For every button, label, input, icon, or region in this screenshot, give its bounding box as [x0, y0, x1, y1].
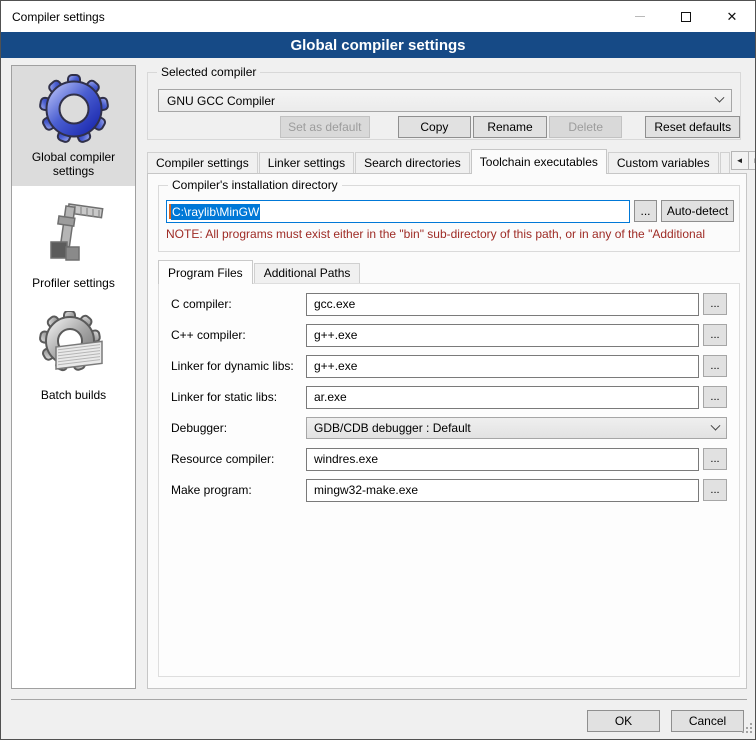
sidebar-item-global-compiler-settings[interactable]: Global compiler settings	[12, 66, 135, 186]
caliper-icon	[37, 198, 111, 272]
browse-make-program-button[interactable]: ...	[703, 479, 727, 501]
field-label: Debugger:	[171, 421, 306, 435]
delete-button: Delete	[549, 116, 623, 138]
installation-directory-value: C:\raylib\MinGW	[171, 204, 260, 220]
selected-compiler-group: Selected compiler GNU GCC Compiler Set a…	[147, 72, 741, 140]
rename-button[interactable]: Rename	[473, 116, 547, 138]
titlebar: Compiler settings ✕	[1, 1, 755, 32]
installation-directory-input[interactable]: C:\raylib\MinGW	[166, 200, 630, 223]
field-value: mingw32-make.exe	[314, 483, 418, 497]
chevron-down-icon	[711, 420, 721, 430]
settings-category-list: Global compiler settings Profiler settin…	[11, 65, 136, 689]
gray-gear-stack-icon	[37, 310, 111, 384]
group-label: Selected compiler	[157, 65, 260, 79]
window-controls: ✕	[617, 1, 755, 32]
tab-toolchain-executables[interactable]: Toolchain executables	[471, 149, 607, 174]
maximize-icon	[681, 12, 691, 22]
field-value: g++.exe	[314, 359, 357, 373]
tab-compiler-settings[interactable]: Compiler settings	[147, 152, 258, 173]
minimize-button	[617, 1, 663, 32]
dynamic-linker-input[interactable]: g++.exe	[306, 355, 699, 378]
window-title: Compiler settings	[1, 10, 105, 24]
cpp-compiler-input[interactable]: g++.exe	[306, 324, 699, 347]
close-button[interactable]: ✕	[709, 1, 755, 32]
tab-additional-paths[interactable]: Additional Paths	[254, 263, 361, 283]
field-label: Linker for dynamic libs:	[171, 359, 306, 373]
group-label: Compiler's installation directory	[168, 178, 342, 192]
blue-gear-icon	[37, 72, 111, 146]
set-as-default-button: Set as default	[280, 116, 370, 138]
tab-linker-settings[interactable]: Linker settings	[259, 152, 354, 173]
tab-build-options[interactable]: Build	[720, 152, 730, 173]
installation-directory-row: C:\raylib\MinGW ... Auto-detect	[166, 200, 734, 223]
main-tabstrip: Compiler settings Linker settings Search…	[147, 148, 747, 173]
browse-static-linker-button[interactable]: ...	[703, 386, 727, 408]
field-row-static-linker: Linker for static libs: ar.exe ...	[171, 386, 727, 408]
installation-note: NOTE: All programs must exist either in …	[166, 227, 736, 241]
field-row-debugger: Debugger: GDB/CDB debugger : Default	[171, 417, 727, 439]
tab-scroll-left-icon[interactable]: ◄	[731, 151, 749, 170]
banner: Global compiler settings	[1, 32, 755, 58]
close-icon: ✕	[727, 10, 738, 23]
toolchain-subtabstrip: Program Files Additional Paths	[158, 259, 740, 283]
chevron-down-icon	[715, 93, 725, 103]
field-label: Linker for static libs:	[171, 390, 306, 404]
compiler-select-value: GNU GCC Compiler	[167, 94, 275, 108]
static-linker-input[interactable]: ar.exe	[306, 386, 699, 409]
sidebar-item-batch-builds[interactable]: Batch builds	[12, 304, 135, 410]
debugger-select-value: GDB/CDB debugger : Default	[314, 421, 471, 435]
field-label: Make program:	[171, 483, 306, 497]
c-compiler-input[interactable]: gcc.exe	[306, 293, 699, 316]
tab-search-directories[interactable]: Search directories	[355, 152, 470, 173]
field-value: g++.exe	[314, 328, 357, 342]
field-value: windres.exe	[314, 452, 378, 466]
browse-resource-compiler-button[interactable]: ...	[703, 448, 727, 470]
cancel-button[interactable]: Cancel	[671, 710, 744, 732]
minimize-icon	[635, 16, 645, 17]
field-label: C++ compiler:	[171, 328, 306, 342]
sidebar-item-label: Batch builds	[41, 388, 106, 402]
tab-custom-variables[interactable]: Custom variables	[608, 152, 719, 173]
tab-scroll-right-icon[interactable]: ►	[749, 151, 756, 170]
tab-program-files[interactable]: Program Files	[158, 260, 253, 284]
program-files-panel: C compiler: gcc.exe ... C++ compiler: g+…	[158, 283, 740, 677]
field-row-cpp-compiler: C++ compiler: g++.exe ...	[171, 324, 727, 346]
footer-divider	[11, 699, 747, 700]
compiler-buttons-row: Set as default Copy Rename Delete Reset …	[148, 116, 740, 138]
browse-directory-button[interactable]: ...	[634, 200, 657, 222]
maximize-button[interactable]	[663, 1, 709, 32]
ok-button[interactable]: OK	[587, 710, 660, 732]
sidebar-item-label: Profiler settings	[32, 276, 115, 290]
browse-c-compiler-button[interactable]: ...	[703, 293, 727, 315]
resource-compiler-input[interactable]: windres.exe	[306, 448, 699, 471]
field-label: C compiler:	[171, 297, 306, 311]
field-row-dynamic-linker: Linker for dynamic libs: g++.exe ...	[171, 355, 727, 377]
field-row-resource-compiler: Resource compiler: windres.exe ...	[171, 448, 727, 470]
sidebar-item-profiler-settings[interactable]: Profiler settings	[12, 192, 135, 298]
field-row-c-compiler: C compiler: gcc.exe ...	[171, 293, 727, 315]
toolchain-executables-panel: Compiler's installation directory C:\ray…	[147, 173, 747, 689]
tab-scroll-arrows: ◄ ►	[731, 151, 756, 170]
field-label: Resource compiler:	[171, 452, 306, 466]
installation-directory-group: Compiler's installation directory C:\ray…	[158, 185, 740, 252]
copy-button[interactable]: Copy	[398, 116, 472, 138]
field-value: ar.exe	[314, 390, 347, 404]
banner-title: Global compiler settings	[290, 37, 465, 54]
auto-detect-button[interactable]: Auto-detect	[661, 200, 734, 222]
browse-cpp-compiler-button[interactable]: ...	[703, 324, 727, 346]
make-program-input[interactable]: mingw32-make.exe	[306, 479, 699, 502]
browse-dynamic-linker-button[interactable]: ...	[703, 355, 727, 377]
compiler-select[interactable]: GNU GCC Compiler	[158, 89, 732, 112]
compiler-settings-dialog: Compiler settings ✕ Global compiler sett…	[0, 0, 756, 740]
field-row-make-program: Make program: mingw32-make.exe ...	[171, 479, 727, 501]
resize-grip[interactable]	[742, 722, 752, 736]
sidebar-item-label: Global compiler settings	[16, 150, 131, 178]
debugger-select[interactable]: GDB/CDB debugger : Default	[306, 417, 727, 439]
field-value: gcc.exe	[314, 297, 355, 311]
reset-defaults-button[interactable]: Reset defaults	[645, 116, 740, 138]
